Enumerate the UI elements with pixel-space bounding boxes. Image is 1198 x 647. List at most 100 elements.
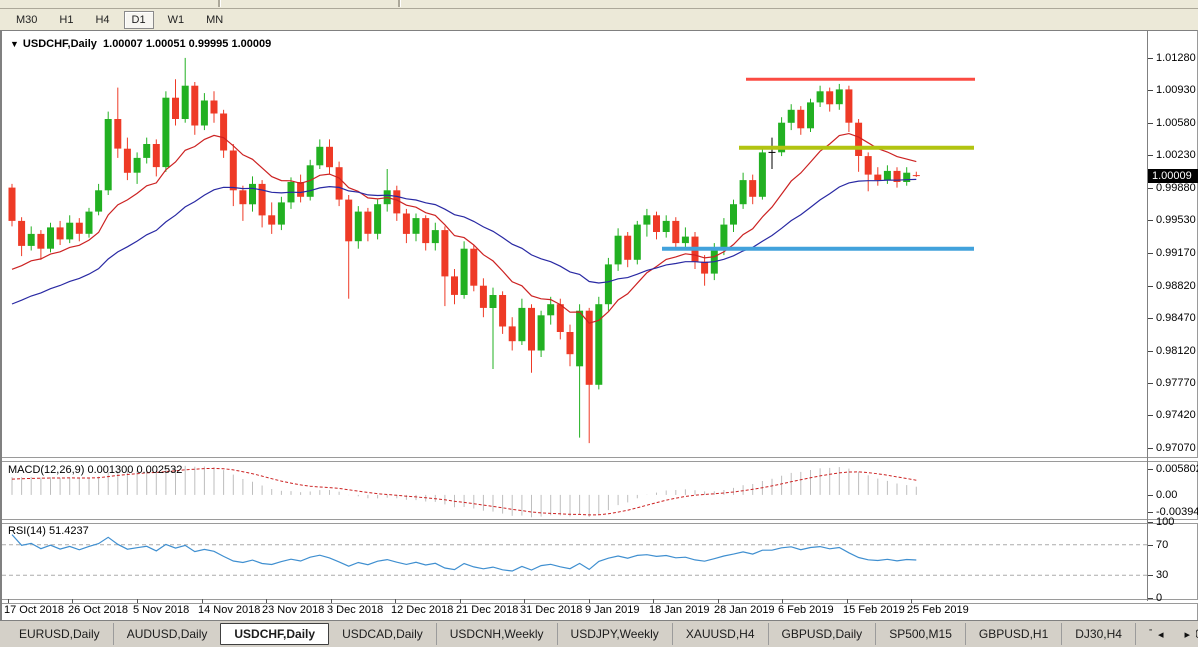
chart-window: ▼ USDCHF,Daily 1.00007 1.00051 0.99995 1.…: [0, 30, 1198, 621]
date-tick-label: 14 Nov 2018: [198, 604, 260, 616]
rsi-tick-label: 100: [1156, 516, 1174, 528]
axis-tick-mark: [1148, 545, 1153, 546]
axis-tick-mark: [395, 599, 396, 603]
axis-tick-mark: [782, 599, 783, 603]
price-tick-label: 0.98470: [1156, 312, 1196, 324]
axis-tick-mark: [460, 599, 461, 603]
date-tick-label: 23 Nov 2018: [262, 604, 324, 616]
chart-tab-usdcnh[interactable]: USDCNH,Weekly: [436, 623, 557, 645]
chart-ohlc-values: 1.00007 1.00051 0.99995 1.00009: [103, 38, 271, 50]
axis-tick-mark: [1148, 351, 1153, 352]
axis-tick-mark: [1148, 155, 1153, 156]
price-tick-label: 0.99880: [1156, 182, 1196, 194]
axis-tick-mark: [1148, 415, 1153, 416]
mt4-terminal: { "timeframe_bar": { "buttons": [ {"labe…: [0, 0, 1198, 647]
price-tick-label: 0.98120: [1156, 345, 1196, 357]
axis-tick-mark: [331, 599, 332, 603]
macd-indicator-label: MACD(12,26,9) 0.001300 0.002532: [8, 464, 182, 476]
axis-tick-mark: [524, 599, 525, 603]
axis-tick-mark: [202, 599, 203, 603]
date-tick-label: 28 Jan 2019: [714, 604, 775, 616]
timeframe-button-mn[interactable]: MN: [198, 11, 231, 29]
timeframe-button-w1[interactable]: W1: [160, 11, 193, 29]
chart-tab-audusd[interactable]: AUDUSD,Daily: [113, 623, 221, 645]
chart-tab-eurusd[interactable]: EURUSD,Daily: [6, 623, 113, 645]
rsi-tick-label: 70: [1156, 539, 1168, 551]
axis-tick-mark: [1148, 253, 1153, 254]
chart-symbol-label: USDCHF,Daily: [23, 38, 97, 50]
axis-tick-mark: [911, 599, 912, 603]
axis-tick-mark: [1148, 448, 1153, 449]
axis-tick-mark: [1148, 188, 1153, 189]
collapse-icon: ▼: [10, 39, 19, 49]
axis-tick-mark: [1148, 383, 1153, 384]
chart-tab-usdjpy[interactable]: USDJPY,Weekly: [557, 623, 672, 645]
date-tick-label: 17 Oct 2018: [4, 604, 64, 616]
axis-tick-mark: [1148, 495, 1153, 496]
chart-tab-dj30[interactable]: DJ30,H4: [1061, 623, 1135, 645]
price-tick-label: 1.00580: [1156, 117, 1196, 129]
timeframe-button-h4[interactable]: H4: [87, 11, 117, 29]
chart-tab-usdchf[interactable]: USDCHF,Daily: [220, 623, 329, 645]
toolbar-separator: [218, 0, 221, 7]
toolbar-separator: [398, 0, 401, 7]
price-tick-label: 0.99170: [1156, 247, 1196, 259]
axis-tick-mark: [718, 599, 719, 603]
price-tick-label: 1.00230: [1156, 149, 1196, 161]
date-tick-label: 9 Jan 2019: [585, 604, 639, 616]
tab-scroll-left-icon[interactable]: ◂: [1158, 628, 1164, 641]
rsi-tick-label: 30: [1156, 569, 1168, 581]
axis-tick-mark: [1148, 598, 1153, 599]
price-tick-label: 0.98820: [1156, 280, 1196, 292]
axis-tick-mark: [1148, 90, 1153, 91]
date-tick-label: 31 Dec 2018: [520, 604, 582, 616]
axis-tick-mark: [847, 599, 848, 603]
price-tick-label: 1.01280: [1156, 52, 1196, 64]
axis-tick-mark: [266, 599, 267, 603]
axis-tick-mark: [1148, 469, 1153, 470]
axis-tick-mark: [1148, 318, 1153, 319]
timeframe-button-m30[interactable]: M30: [8, 11, 45, 29]
axis-tick-mark: [653, 599, 654, 603]
date-tick-label: 26 Oct 2018: [68, 604, 128, 616]
chart-tab-xauusd[interactable]: XAUUSD,H4: [672, 623, 768, 645]
current-price-badge: 1.00009: [1148, 169, 1198, 183]
date-tick-label: 5 Nov 2018: [133, 604, 189, 616]
chart-tab-gbpusd[interactable]: GBPUSD,Daily: [768, 623, 876, 645]
timeframe-button-d1[interactable]: D1: [124, 11, 154, 29]
date-tick-label: 18 Jan 2019: [649, 604, 710, 616]
axis-tick-mark: [1148, 575, 1153, 576]
price-tick-label: 0.97420: [1156, 409, 1196, 421]
axis-tick-mark: [1148, 522, 1153, 523]
chart-tab-gbpusd[interactable]: GBPUSD,H1: [965, 623, 1061, 645]
date-tick-label: 6 Feb 2019: [778, 604, 834, 616]
macd-tick-label: 0.00: [1156, 489, 1177, 501]
price-tick-label: 0.99530: [1156, 214, 1196, 226]
rsi-tick-label: 0: [1156, 592, 1162, 604]
date-tick-label: 21 Dec 2018: [456, 604, 518, 616]
chart-tab-sp500[interactable]: SP500,M15: [875, 623, 965, 645]
price-tick-label: 0.97770: [1156, 377, 1196, 389]
timeframe-toolbar: M30 H1 H4 D1 W1 MN: [0, 9, 1198, 30]
rsi-pane-canvas[interactable]: [2, 522, 1147, 598]
price-tick-label: 0.97070: [1156, 442, 1196, 454]
date-tick-label: 25 Feb 2019: [907, 604, 969, 616]
axis-tick-mark: [1148, 512, 1153, 513]
date-tick-label: 12 Dec 2018: [391, 604, 453, 616]
price-axis-border: [1147, 31, 1148, 601]
price-chart-canvas[interactable]: [2, 32, 1147, 457]
chart-tab-bar: EURUSD,DailyAUDUSD,DailyUSDCHF,DailyUSDC…: [0, 620, 1198, 647]
chart-tab-usdcad[interactable]: USDCAD,Daily: [329, 623, 436, 645]
axis-tick-mark: [589, 599, 590, 603]
macd-tick-label: 0.005802: [1156, 463, 1198, 475]
date-tick-label: 15 Feb 2019: [843, 604, 905, 616]
axis-tick-mark: [1148, 220, 1153, 221]
axis-tick-mark: [8, 599, 9, 603]
rsi-indicator-label: RSI(14) 51.4237: [8, 525, 89, 537]
tab-scroll-right-icon[interactable]: ▸: [1184, 628, 1190, 641]
date-tick-label: 3 Dec 2018: [327, 604, 383, 616]
axis-tick-mark: [72, 599, 73, 603]
timeframe-button-h1[interactable]: H1: [51, 11, 81, 29]
tab-scroll-controls: ◂ ▸: [1152, 620, 1196, 647]
main-toolbar-edge: [0, 0, 1198, 9]
